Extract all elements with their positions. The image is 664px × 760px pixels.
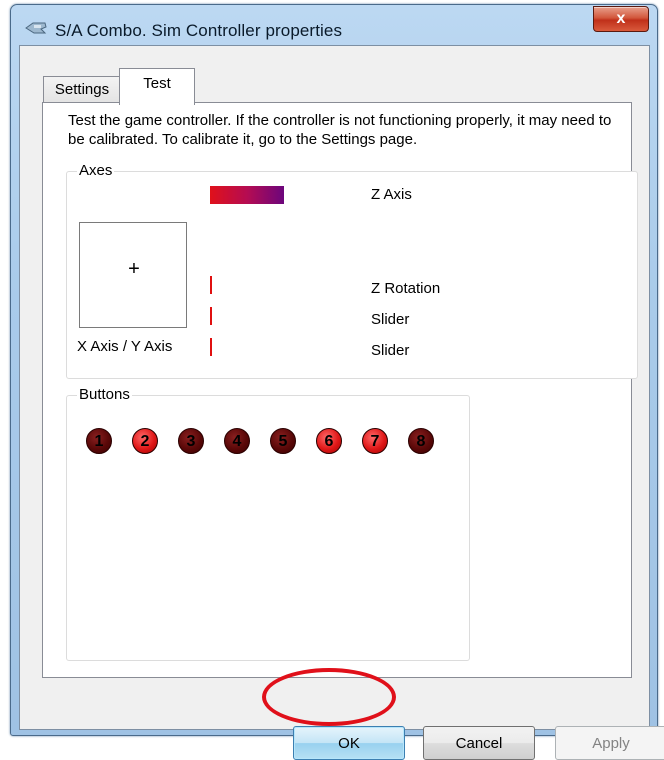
controller-button-4: 4 [224, 428, 250, 454]
ok-button[interactable]: OK [293, 726, 405, 760]
tab-settings[interactable]: Settings [43, 76, 121, 103]
z-axis-bar [210, 186, 284, 204]
z-rotation-label: Z Rotation [371, 280, 441, 297]
controller-button-2: 2 [132, 428, 158, 454]
title-bar[interactable]: S/A Combo. Sim Controller properties x [11, 5, 657, 49]
controller-button-8: 8 [408, 428, 434, 454]
axes-group-label: Axes [77, 162, 115, 179]
slider-1-label: Slider [371, 311, 410, 328]
close-button[interactable]: x [593, 6, 649, 32]
dialog-client-area: Settings Test Test the game controller. … [19, 45, 664, 760]
controller-button-5: 5 [270, 428, 296, 454]
apply-button: Apply [555, 726, 664, 760]
slider-1-indicator [210, 307, 212, 325]
properties-window: S/A Combo. Sim Controller properties x S… [10, 4, 664, 760]
xy-axis-label: X Axis / Y Axis [77, 338, 173, 355]
controller-button-6: 6 [316, 428, 342, 454]
buttons-group-label: Buttons [77, 386, 132, 403]
buttons-group: Buttons 12345678 [66, 386, 470, 661]
z-rotation-indicator [210, 276, 212, 294]
test-tab-panel: Test the game controller. If the control… [42, 102, 638, 678]
axes-group: Axes + X Axis / Y Axis Z Axis Z Rotation… [66, 162, 638, 379]
z-axis-label: Z Axis [371, 186, 412, 203]
controller-button-7: 7 [362, 428, 388, 454]
test-instructions: Test the game controller. If the control… [68, 112, 612, 148]
slider-2-label: Slider [371, 342, 410, 359]
window-title: S/A Combo. Sim Controller properties [55, 21, 343, 40]
crosshair-icon: + [128, 258, 140, 280]
cancel-button[interactable]: Cancel [423, 726, 535, 760]
tab-test[interactable]: Test [119, 68, 195, 105]
controller-button-1: 1 [86, 428, 112, 454]
game-controller-icon [25, 22, 47, 34]
controller-button-3: 3 [178, 428, 204, 454]
z-axis-bar-fill [210, 186, 284, 204]
slider-2-indicator [210, 338, 212, 356]
xy-axis-display: + [79, 222, 187, 328]
